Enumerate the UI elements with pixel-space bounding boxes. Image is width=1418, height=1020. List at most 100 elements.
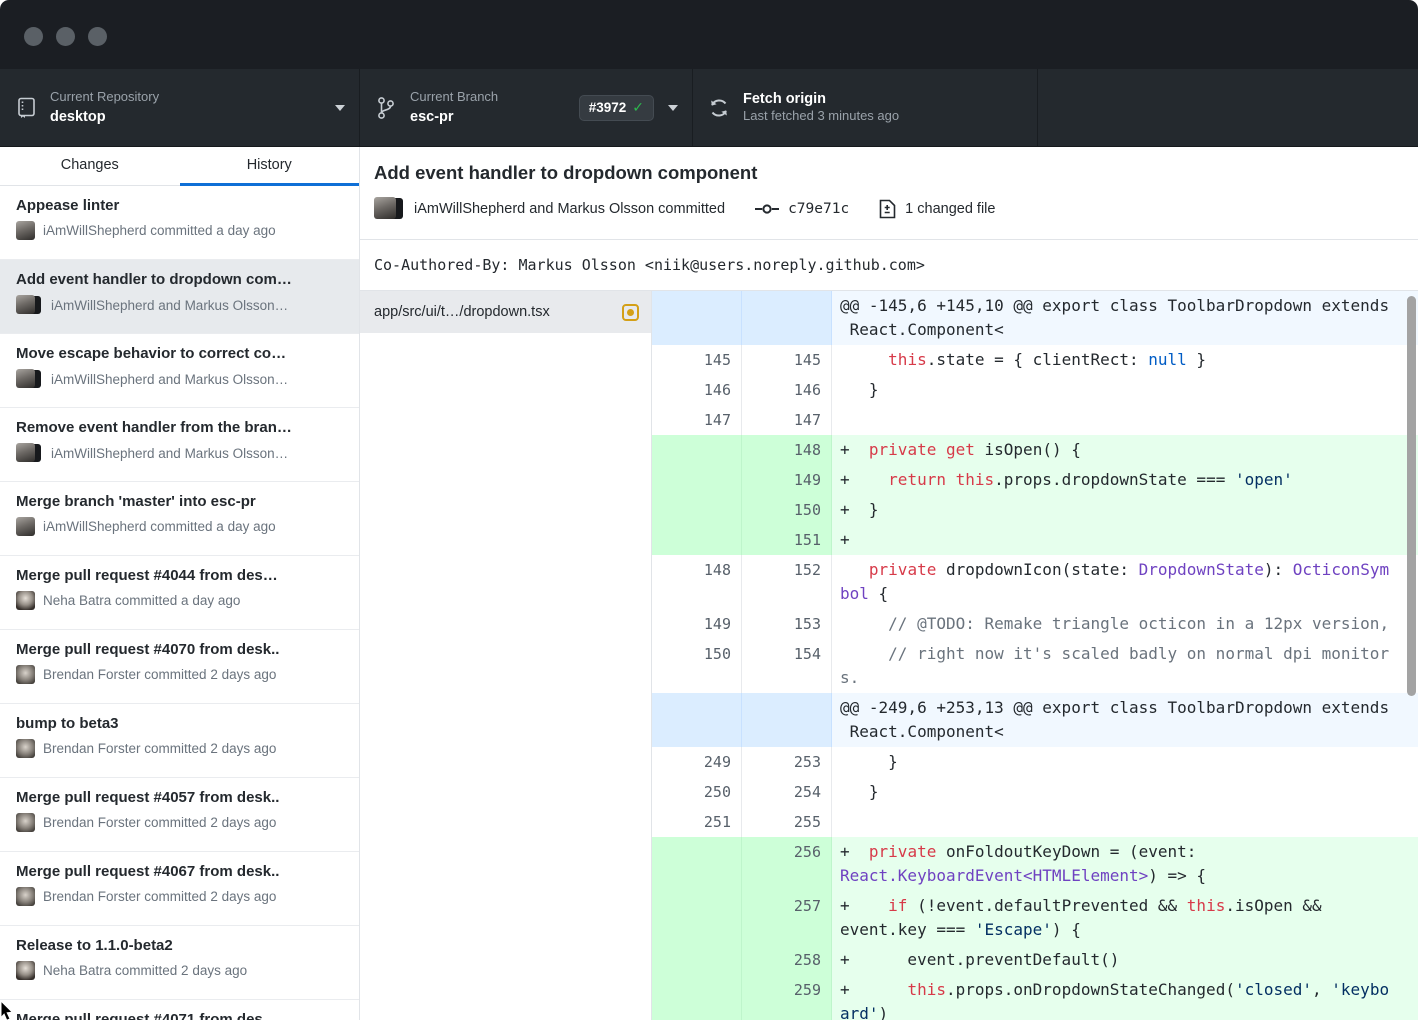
diff-code-line: private dropdownIcon(state: DropdownStat… xyxy=(840,558,1418,582)
fetch-origin-button[interactable]: Fetch origin Last fetched 3 minutes ago xyxy=(693,69,1038,146)
diff-view: @@ -145,6 +145,10 @@ export class Toolba… xyxy=(652,291,1418,1020)
diff-code-line: bol { xyxy=(840,582,1418,606)
tab-changes[interactable]: Changes xyxy=(0,147,180,185)
changed-files-count: 1 changed file xyxy=(905,201,995,217)
diff-gutter-old: 147 xyxy=(652,405,742,435)
commit-list-item[interactable]: Remove event handler from the bran…iAmWi… xyxy=(0,408,359,482)
commit-list-item[interactable]: Appease linter iAmWillShepherd committed … xyxy=(0,186,359,260)
diff-code-line: } xyxy=(840,750,1418,774)
avatar xyxy=(16,517,35,536)
commit-list-item[interactable]: Merge pull request #4057 from desk..Bren… xyxy=(0,778,359,852)
commit-summary: Add event handler to dropdown component xyxy=(374,162,1402,184)
commit-meta-text: Brendan Forster committed 2 days ago xyxy=(43,815,276,830)
diff-gutter-new: 254 xyxy=(742,777,832,807)
avatar xyxy=(16,961,35,980)
commit-list-item[interactable]: Merge branch 'master' into esc-pr iAmWill… xyxy=(0,482,359,556)
commit-meta-text: iAmWillShepherd committed a day ago xyxy=(43,519,276,534)
commit-meta-text: Brendan Forster committed 2 days ago xyxy=(43,889,276,904)
diff-gutter-old: 148 xyxy=(652,555,742,609)
diff-code xyxy=(832,807,1418,837)
diff-gutter-new: 148 xyxy=(742,435,832,465)
diff-code: + if (!event.defaultPrevented && this.is… xyxy=(832,891,1418,945)
commit-title: Merge pull request #4044 from des… xyxy=(16,567,343,584)
diff-code: + private onFoldoutKeyDown = (event:Reac… xyxy=(832,837,1418,891)
commit-list-item[interactable]: Release to 1.1.0-beta2 Neha Batra committ… xyxy=(0,926,359,1000)
diff-gutter-old: 149 xyxy=(652,609,742,639)
diff-row: 150+ } xyxy=(652,495,1418,525)
minimize-button[interactable] xyxy=(56,27,75,46)
diff-gutter-new: 258 xyxy=(742,945,832,975)
diff-gutter-new: 253 xyxy=(742,747,832,777)
diff-row: 145145 this.state = { clientRect: null } xyxy=(652,345,1418,375)
commit-title: Merge pull request #4070 from desk.. xyxy=(16,641,343,658)
diff-code: this.state = { clientRect: null } xyxy=(832,345,1418,375)
commit-title: Merge branch 'master' into esc-pr xyxy=(16,493,343,510)
branch-name: esc-pr xyxy=(410,108,498,126)
diff-row: 149+ return this.props.dropdownState ===… xyxy=(652,465,1418,495)
diff-code: + xyxy=(832,525,1418,555)
diff-code-line: s. xyxy=(840,666,1418,690)
diff-code-line: } xyxy=(840,378,1418,402)
history-commit-list: Appease linter iAmWillShepherd committed … xyxy=(0,186,359,1020)
file-list-item[interactable]: app/src/ui/t…/dropdown.tsx xyxy=(360,291,651,333)
commit-meta-text: iAmWillShepherd committed a day ago xyxy=(43,223,276,238)
diff-gutter-new: 145 xyxy=(742,345,832,375)
toolbar: Current Repository desktop Current Branc… xyxy=(0,69,1418,147)
avatar xyxy=(16,369,35,388)
commit-list-item[interactable]: Merge pull request #4071 from des… xyxy=(0,1000,359,1020)
commit-meta-text: iAmWillShepherd and Markus Olsson… xyxy=(51,298,288,313)
commit-title: Remove event handler from the bran… xyxy=(16,419,343,436)
zoom-button[interactable] xyxy=(88,27,107,46)
diff-gutter-new: 151 xyxy=(742,525,832,555)
repository-label: Current Repository xyxy=(50,89,159,105)
diff-gutter-old xyxy=(652,525,742,555)
diff-gutter-new: 256 xyxy=(742,837,832,891)
diff-code: } xyxy=(832,777,1418,807)
commit-title: Appease linter xyxy=(16,197,343,214)
close-button[interactable] xyxy=(24,27,43,46)
app-window: Current Repository desktop Current Branc… xyxy=(0,0,1418,1020)
commit-meta-text: Neha Batra committed 2 days ago xyxy=(43,963,247,978)
diff-row: 249253 } xyxy=(652,747,1418,777)
pr-status-badge[interactable]: #3972 ✓ xyxy=(579,95,654,121)
commit-header: Add event handler to dropdown component … xyxy=(360,147,1418,240)
diff-code-line: ard') xyxy=(840,1002,1418,1020)
commit-list-item[interactable]: Merge pull request #4044 from des…Neha B… xyxy=(0,556,359,630)
diff-code-line: // right now it's scaled badly on normal… xyxy=(840,642,1418,666)
avatar xyxy=(16,887,35,906)
current-branch-button[interactable]: Current Branch esc-pr #3972 ✓ xyxy=(360,69,693,146)
diff-code-line xyxy=(840,408,1418,432)
diff-code: // @TODO: Remake triangle octicon in a 1… xyxy=(832,609,1418,639)
diff-code-line: + private onFoldoutKeyDown = (event: xyxy=(840,840,1418,864)
pr-number: #3972 xyxy=(589,100,627,115)
diff-code: // right now it's scaled badly on normal… xyxy=(832,639,1418,693)
commit-list-item[interactable]: Move escape behavior to correct co…iAmWi… xyxy=(0,334,359,408)
diff-gutter-new xyxy=(742,291,832,345)
current-repository-button[interactable]: Current Repository desktop xyxy=(0,69,360,146)
commit-title: Release to 1.1.0-beta2 xyxy=(16,937,343,954)
commit-meta: Neha Batra committed 2 days ago xyxy=(16,961,343,980)
diff-gutter-new: 257 xyxy=(742,891,832,945)
diff-code-line: + return this.props.dropdownState === 'o… xyxy=(840,468,1418,492)
commit-list-item[interactable]: Merge pull request #4067 from desk..Bren… xyxy=(0,852,359,926)
diff-gutter-old xyxy=(652,945,742,975)
diff-gutter-old xyxy=(652,975,742,1020)
avatar xyxy=(16,443,35,462)
diff-gutter-new: 146 xyxy=(742,375,832,405)
tab-history[interactable]: History xyxy=(180,147,360,185)
diff-code-line: React.Component< xyxy=(840,318,1418,342)
diff-scrollbar-thumb[interactable] xyxy=(1407,296,1416,696)
diff-rows: @@ -145,6 +145,10 @@ export class Toolba… xyxy=(652,291,1418,1020)
git-commit-icon xyxy=(755,203,779,215)
commit-list-item[interactable]: Merge pull request #4070 from desk..Bren… xyxy=(0,630,359,704)
diff-gutter-old: 146 xyxy=(652,375,742,405)
diff-gutter-old xyxy=(652,891,742,945)
diff-row: @@ -249,6 +253,13 @@ export class Toolba… xyxy=(652,693,1418,747)
commit-list-item[interactable]: Add event handler to dropdown com…iAmWil… xyxy=(0,260,359,334)
commit-meta-text: Brendan Forster committed 2 days ago xyxy=(43,741,276,756)
diff-code: @@ -249,6 +253,13 @@ export class Toolba… xyxy=(832,693,1418,747)
diff-code-line: // @TODO: Remake triangle octicon in a 1… xyxy=(840,612,1418,636)
diff-code: + } xyxy=(832,495,1418,525)
diff-code: private dropdownIcon(state: DropdownStat… xyxy=(832,555,1418,609)
commit-list-item[interactable]: bump to beta3Brendan Forster committed 2… xyxy=(0,704,359,778)
